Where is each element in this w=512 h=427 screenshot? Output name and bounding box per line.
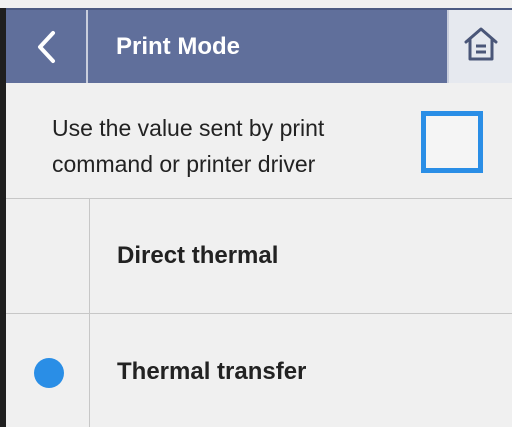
header-bar: Print Mode: [6, 8, 512, 83]
radio-selected-icon: [34, 358, 64, 388]
option-direct-thermal[interactable]: Direct thermal: [6, 199, 512, 314]
page-title: Print Mode: [116, 32, 240, 60]
override-row: Use the value sent by print command or p…: [6, 83, 512, 199]
option-label: Thermal transfer: [117, 357, 307, 385]
home-button[interactable]: [447, 10, 512, 83]
radio-column: [6, 199, 90, 313]
override-label: Use the value sent by print command or p…: [52, 115, 325, 177]
option-thermal-transfer[interactable]: Thermal transfer: [6, 314, 512, 427]
print-mode-screen: Print Mode Use the value sent by print c…: [0, 0, 512, 427]
home-icon: [461, 24, 501, 69]
radio-column: [6, 314, 90, 427]
chevron-left-icon: [35, 30, 57, 64]
override-checkbox[interactable]: [421, 111, 483, 173]
option-label: Direct thermal: [117, 242, 279, 269]
back-button[interactable]: [6, 10, 88, 83]
